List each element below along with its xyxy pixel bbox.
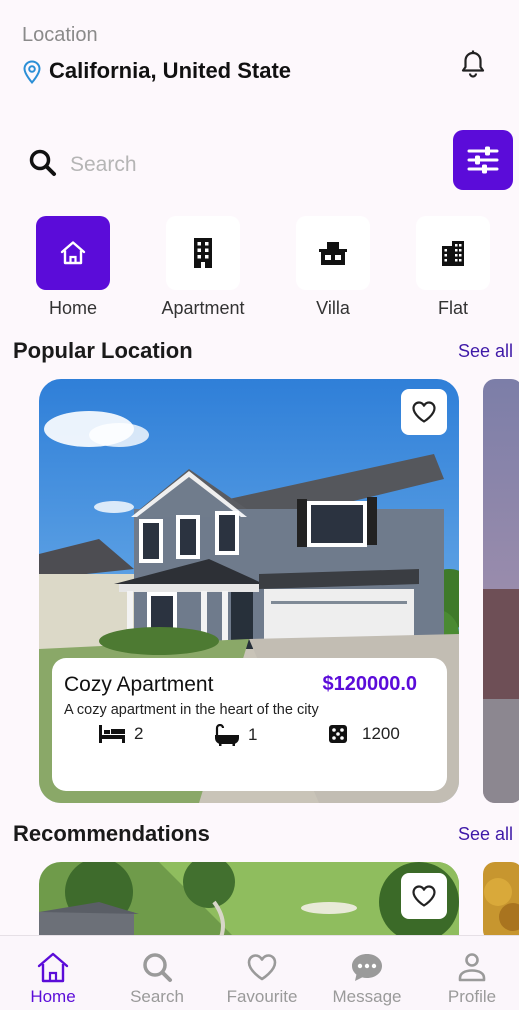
bathtub-icon [215,724,239,746]
favourite-button[interactable] [401,873,447,919]
recommendations-see-all-link[interactable]: See all [458,824,513,845]
location-label: Location [22,24,98,46]
nav-home[interactable]: Home [8,936,98,1010]
filter-button[interactable] [453,130,513,190]
baths-count: 1 [248,725,258,744]
next-property-card[interactable] [483,379,519,803]
home-icon [60,241,86,265]
location-value[interactable]: California, United State [49,58,291,84]
recommendations-title: Recommendations [13,821,210,846]
nav-search[interactable]: Search [112,936,202,1010]
nav-label: Search [130,987,184,1006]
category-label: Apartment [161,298,245,318]
location-pin-icon [23,60,41,84]
home-icon [37,952,69,983]
flat-icon [442,241,464,266]
beds-feature: 2 [98,724,143,744]
nav-message[interactable]: Message [322,936,412,1010]
chat-icon [352,954,382,981]
heart-icon [247,954,277,981]
popular-location-title: Popular Location [13,338,193,363]
favourite-button[interactable] [401,389,447,435]
bed-icon [99,725,125,743]
heart-icon [412,885,436,907]
notification-bell-icon[interactable] [459,49,487,79]
baths-feature: 1 [214,724,257,746]
nav-label: Profile [447,987,497,1006]
property-description: A cozy apartment in the heart of the cit… [64,702,319,718]
search-icon [29,149,56,176]
nav-profile[interactable]: Profile [427,936,517,1010]
next-recommendation-card[interactable] [483,862,519,942]
category-flat[interactable]: Flat [393,216,513,319]
bottom-navigation: Home Search Favourite Message Profile [0,935,519,1010]
category-villa[interactable]: Villa [273,216,393,319]
category-home[interactable]: Home [13,216,133,319]
search-icon [143,953,172,982]
nav-label: Home [30,987,76,1006]
nav-favourite[interactable]: Favourite [217,936,307,1010]
heart-icon [412,401,436,423]
villa-icon [319,242,347,265]
property-price: $120000.0 [322,673,417,695]
sliders-icon [467,146,499,174]
property-info-card[interactable]: Cozy Apartment $120000.0 A cozy apartmen… [52,658,447,791]
property-name: Cozy Apartment [64,673,214,696]
category-label: Villa [316,298,350,318]
property-photo [483,379,519,803]
search-input[interactable] [70,146,430,184]
area-feature: 1200 [328,724,400,744]
category-label: Flat [437,298,468,318]
popular-see-all-link[interactable]: See all [458,341,513,362]
building-icon [194,238,212,268]
category-apartment[interactable]: Apartment [143,216,263,319]
property-photo [39,862,459,942]
property-photo [483,862,519,942]
area-dice-icon [329,725,347,743]
nav-label: Favourite [226,987,298,1006]
nav-label: Message [332,987,402,1006]
category-label: Home [48,298,97,318]
area-value: 1200 [362,724,400,743]
beds-count: 2 [134,724,144,743]
person-icon [458,953,486,982]
recommendation-card[interactable] [39,862,459,942]
